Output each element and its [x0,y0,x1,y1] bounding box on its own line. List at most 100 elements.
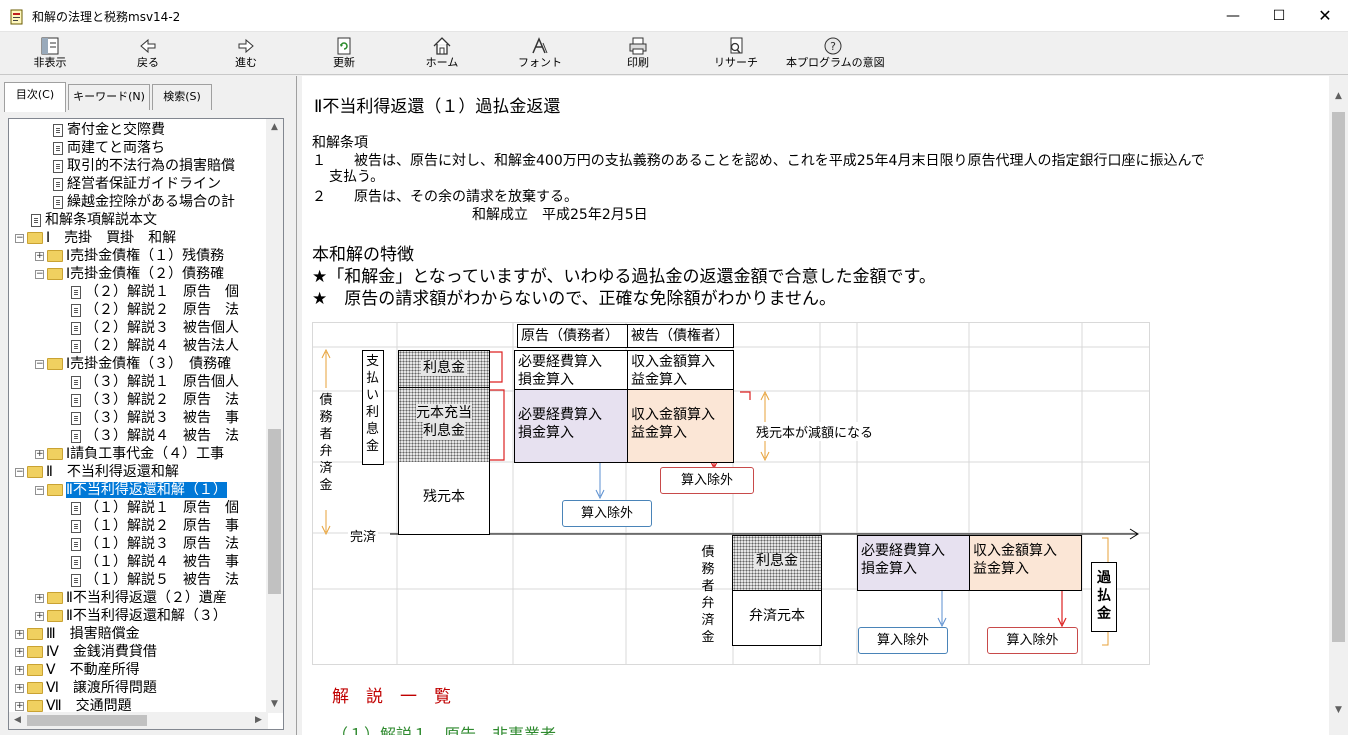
expand-icon[interactable]: + [15,665,24,675]
hide-button[interactable]: 非表示 [28,35,72,73]
tab-contents[interactable]: 目次(C) [4,82,66,112]
help-globe-icon: ? [824,37,842,55]
print-button[interactable]: 印刷 [616,35,660,73]
collapse-icon[interactable]: − [35,485,44,495]
research-button[interactable]: リサーチ [714,35,758,73]
tree-hscroll-thumb[interactable] [27,715,147,726]
expand-icon[interactable]: + [35,593,44,603]
document-icon [71,501,81,515]
excluded-tag-defendant-2: 算入除外 [987,627,1078,654]
tree-item-label: （１）解説１ 原告 個 [85,500,239,516]
tree-item-label: Ⅳ 金銭消費貸借 [46,644,157,660]
tree-item-label: 経営者保証ガイドライン [67,176,221,192]
tree-item[interactable]: 繰越金控除がある場合の計 [53,193,235,211]
tree-item[interactable]: （１）解説５ 被告 法 [71,571,239,589]
home-button[interactable]: ホーム [420,35,464,73]
tree-scroll-down-icon[interactable]: ▼ [266,696,283,713]
content-scrollbar[interactable]: ▲ ▼ [1329,76,1348,735]
tree-item[interactable]: （１）解説４ 被告 事 [71,553,239,571]
tree-item[interactable]: （１）解説３ 原告 法 [71,535,239,553]
tree-item[interactable]: − Ⅰ 売掛 買掛 和解 [15,229,176,247]
expand-icon[interactable]: + [15,701,24,711]
forward-button[interactable]: 進む [224,35,268,73]
refresh-button[interactable]: 更新 [322,35,366,73]
tree-scroll-left-icon[interactable]: ◀ [9,712,26,729]
collapse-icon[interactable]: − [35,359,44,369]
tree-item[interactable]: （１）解説１ 原告 個 [71,499,239,517]
tree-item[interactable]: − Ⅰ売掛金債権（２）債務確 [35,265,224,283]
document-icon [53,159,63,173]
tree-item[interactable]: （２）解説１ 原告 個 [71,283,239,301]
program-intent-button[interactable]: ? 本プログラムの意図 [786,35,885,73]
tree-item[interactable]: （３）解説２ 原告 法 [71,391,239,409]
tree-item[interactable]: 両建てと両落ち [53,139,165,157]
folder-icon [47,358,63,370]
tree-vertical-scrollbar[interactable]: ▲ ▼ [266,119,283,713]
tree-item[interactable]: + Ⅲ 損害賠償金 [15,625,140,643]
expand-icon[interactable]: + [15,629,24,639]
tree-item[interactable]: + Ⅰ売掛金債権（１）残債務 [35,247,224,265]
toolbar: 非表示 戻る 進む 更新 ホーム フォント 印刷 リサーチ ? 本プログラムの意… [0,33,1348,75]
tree-item[interactable]: （３）解説３ 被告 事 [71,409,239,427]
tree-item[interactable]: + Ⅳ 金銭消費貸借 [15,643,157,661]
close-button[interactable]: ✕ [1302,0,1348,32]
collapse-icon[interactable]: − [15,233,24,243]
scroll-down-icon[interactable]: ▼ [1330,702,1347,719]
font-button[interactable]: フォント [518,35,562,73]
tree-item-label: Ⅱ不当利得返還和解（１） [66,482,227,498]
expand-icon[interactable]: + [35,611,44,621]
tree-item[interactable]: （１）解説２ 原告 事 [71,517,239,535]
tree-item[interactable]: − Ⅱ不当利得返還和解（１） [35,481,227,499]
tree-item[interactable]: + Ⅰ請負工事代金（４）工事 [35,445,224,463]
tree-horizontal-scrollbar[interactable]: ◀ ▶ [9,712,268,729]
tree-item[interactable]: − Ⅱ 不当利得返還和解 [15,463,179,481]
defendant-header: 被告（債権者） [627,324,734,348]
collapse-icon[interactable]: − [15,467,24,477]
tree-item[interactable]: + Ⅱ不当利得返還和解（３） [35,607,227,625]
interest-box: 利息金 [398,350,490,388]
tree-item-label: Ⅰ 売掛 買掛 和解 [46,230,177,246]
tree-item[interactable]: 取引的不法行為の損害賠償 [53,157,235,175]
tree-item-label: （１）解説２ 原告 事 [85,518,239,534]
expand-icon[interactable]: + [15,647,24,657]
tree-item[interactable]: + Ⅱ不当利得返還（２）遺産 [35,589,227,607]
document-icon [31,213,41,227]
tree-item[interactable]: 和解条項解説本文 [31,211,157,229]
tree-item[interactable]: 経営者保証ガイドライン [53,175,221,193]
expand-icon[interactable]: + [35,251,44,261]
tree-scroll-up-icon[interactable]: ▲ [266,119,283,136]
tree-item-label: Ⅲ 損害賠償金 [46,626,140,642]
tree-item[interactable]: （３）解説１ 原告個人 [71,373,239,391]
expand-icon[interactable]: + [35,449,44,459]
tree-item-label: Ⅱ不当利得返還和解（３） [66,608,227,624]
folder-icon [47,484,63,496]
tree-item[interactable]: （３）解説４ 被告 法 [71,427,239,445]
tree-scroll-thumb[interactable] [268,429,281,594]
explanation-link-1[interactable]: （１）解説１ 原告 非事業者 [332,721,556,735]
term-1-line-1: １ 被告は、原告に対し、和解金400万円の支払義務のあることを認め、これを平成2… [312,153,1205,169]
hide-pane-icon [41,37,59,55]
tab-keyword[interactable]: キーワード(N) [68,84,150,110]
collapse-icon[interactable]: − [35,269,44,279]
content-scroll-thumb[interactable] [1332,112,1345,642]
tree-item[interactable]: （２）解説４ 被告法人 [71,337,239,355]
tree-item[interactable]: − Ⅰ売掛金債権（３） 債務確 [35,355,231,373]
tree-item[interactable]: + Ⅵ 譲渡所得問題 [15,679,157,697]
back-button[interactable]: 戻る [126,35,170,73]
tree-item-label: Ⅰ売掛金債権（３） 債務確 [66,356,232,372]
refresh-icon [337,37,351,55]
minimize-button[interactable]: — [1210,0,1256,32]
tree-scroll-right-icon[interactable]: ▶ [250,712,267,729]
plaintiff-header: 原告（債務者） [517,324,629,348]
tree-item[interactable]: （２）解説３ 被告個人 [71,319,239,337]
maximize-button[interactable]: ☐ [1256,0,1302,32]
remaining-principal-box: 残元本 [398,462,490,535]
tree-item[interactable]: + Ⅴ 不動産所得 [15,661,140,679]
expand-icon[interactable]: + [15,683,24,693]
scroll-up-icon[interactable]: ▲ [1330,88,1347,105]
tree-item[interactable]: （２）解説２ 原告 法 [71,301,239,319]
document-icon [71,555,81,569]
tree-item-label: Ⅴ 不動産所得 [46,662,140,678]
tree-item[interactable]: 寄付金と交際費 [53,121,165,139]
tab-search[interactable]: 検索(S) [152,84,212,110]
